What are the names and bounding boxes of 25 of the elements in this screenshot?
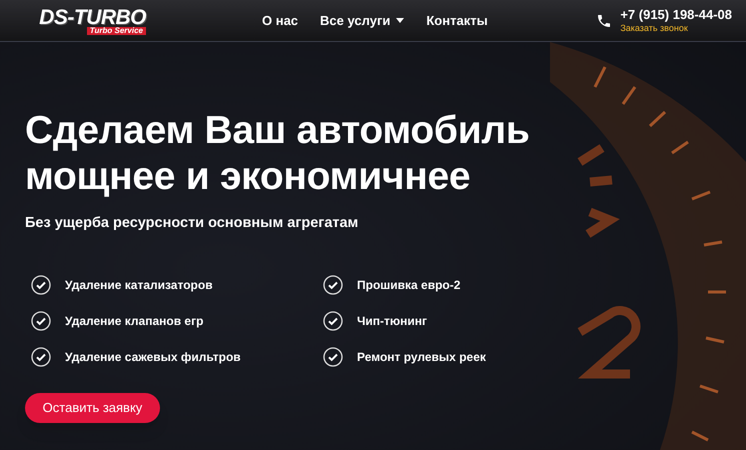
logo[interactable]: DS-TURBO Turbo Service (22, 6, 146, 34)
check-circle-icon (31, 310, 51, 331)
hero-title: Сделаем Ваш автомобиль мощнее и экономичнее (25, 108, 531, 200)
nav-link[interactable]: Все услуги (320, 10, 404, 30)
caret-icon (396, 18, 404, 23)
check-circle-icon (31, 346, 51, 367)
feature-text: Ремонт рулевых реек (357, 348, 486, 366)
feature-text: Удаление клапанов егр (65, 312, 204, 330)
feature-text: Прошивка евро-2 (357, 276, 460, 294)
check-circle-icon (323, 310, 343, 331)
phone-number: +7 (915) 198-44-08 (620, 6, 732, 23)
logo-title: DS-TURBO (39, 6, 146, 28)
feature-text: Чип-тюнинг (357, 312, 428, 330)
feature-text: Удаление сажевых фильтров (65, 348, 241, 366)
check-circle-icon (323, 346, 343, 367)
hero-subtitle: Без ущерба ресурсности основным агрегатам (25, 214, 360, 233)
feature-text: Удаление катализаторов (65, 276, 213, 294)
check-circle-icon (31, 274, 51, 295)
nav-link[interactable]: Контакты (426, 10, 488, 30)
check-circle-icon (323, 274, 343, 295)
request-button[interactable]: Оставить заявку (25, 392, 160, 423)
nav-link[interactable]: О нас (262, 10, 298, 30)
callback-link[interactable]: Заказать звонок (620, 23, 732, 34)
logo-subtitle: Turbo Service (86, 26, 146, 34)
phone-icon (596, 12, 612, 28)
